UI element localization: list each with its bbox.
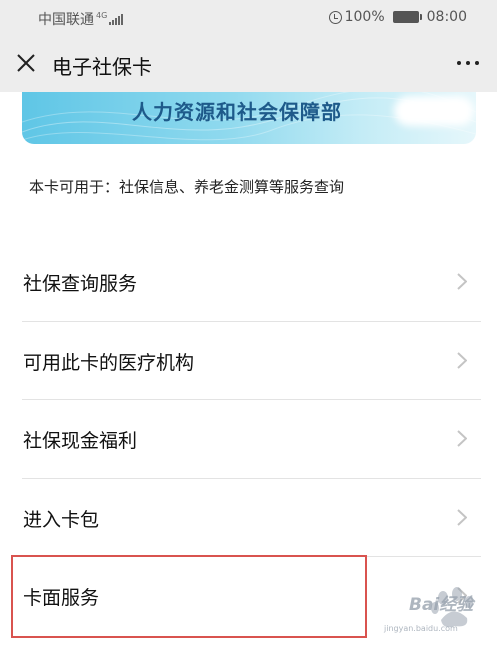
close-icon[interactable] [16,53,36,73]
highlight-annotation [11,555,367,638]
menu-item-label: 社保现金福利 [23,430,138,452]
menu-item-social-security-query[interactable]: 社保查询服务 [0,243,497,322]
page-title: 电子社保卡 [52,55,152,79]
battery-icon [392,11,422,23]
battery-percent: 100% [344,9,385,25]
watermark-sub: jingyan.baidu.com [384,624,458,633]
redacted-area [394,96,474,126]
chevron-right-icon [457,430,467,447]
more-icon[interactable] [457,61,479,65]
network-type: 4G [96,10,108,20]
card-issuer: 人力资源和社会保障部 [132,100,342,124]
menu-item-medical-institutions[interactable]: 可用此卡的医疗机构 [0,322,497,400]
chevron-right-icon [457,508,467,526]
menu-item-cash-welfare[interactable]: 社保现金福利 [0,400,497,479]
chevron-right-icon [457,273,467,290]
social-security-card[interactable]: 人力资源和社会保障部 [22,92,476,144]
card-usage-text: 本卡可用于：社保信息、养老金测算等服务查询 [29,178,345,196]
carrier-name: 中国联通 [38,12,94,28]
menu-item-label: 可用此卡的医疗机构 [23,351,195,374]
menu-item-label: 社保查询服务 [23,273,138,295]
status-left: 中国联通 4G [38,9,124,29]
signal-icon [109,13,124,25]
status-right: 100% 08:00 [328,9,467,25]
nav-bar: 电子社保卡 [0,34,497,92]
menu-item-label: 进入卡包 [23,508,100,531]
chevron-right-icon [457,351,467,369]
menu-item-card-wallet[interactable]: 进入卡包 [0,479,497,557]
alarm-icon [328,10,342,24]
watermark-text: Bai经验 [409,595,474,615]
status-bar: 中国联通 4G 100% 08:00 [0,0,497,34]
clock-time: 08:00 [426,9,467,25]
